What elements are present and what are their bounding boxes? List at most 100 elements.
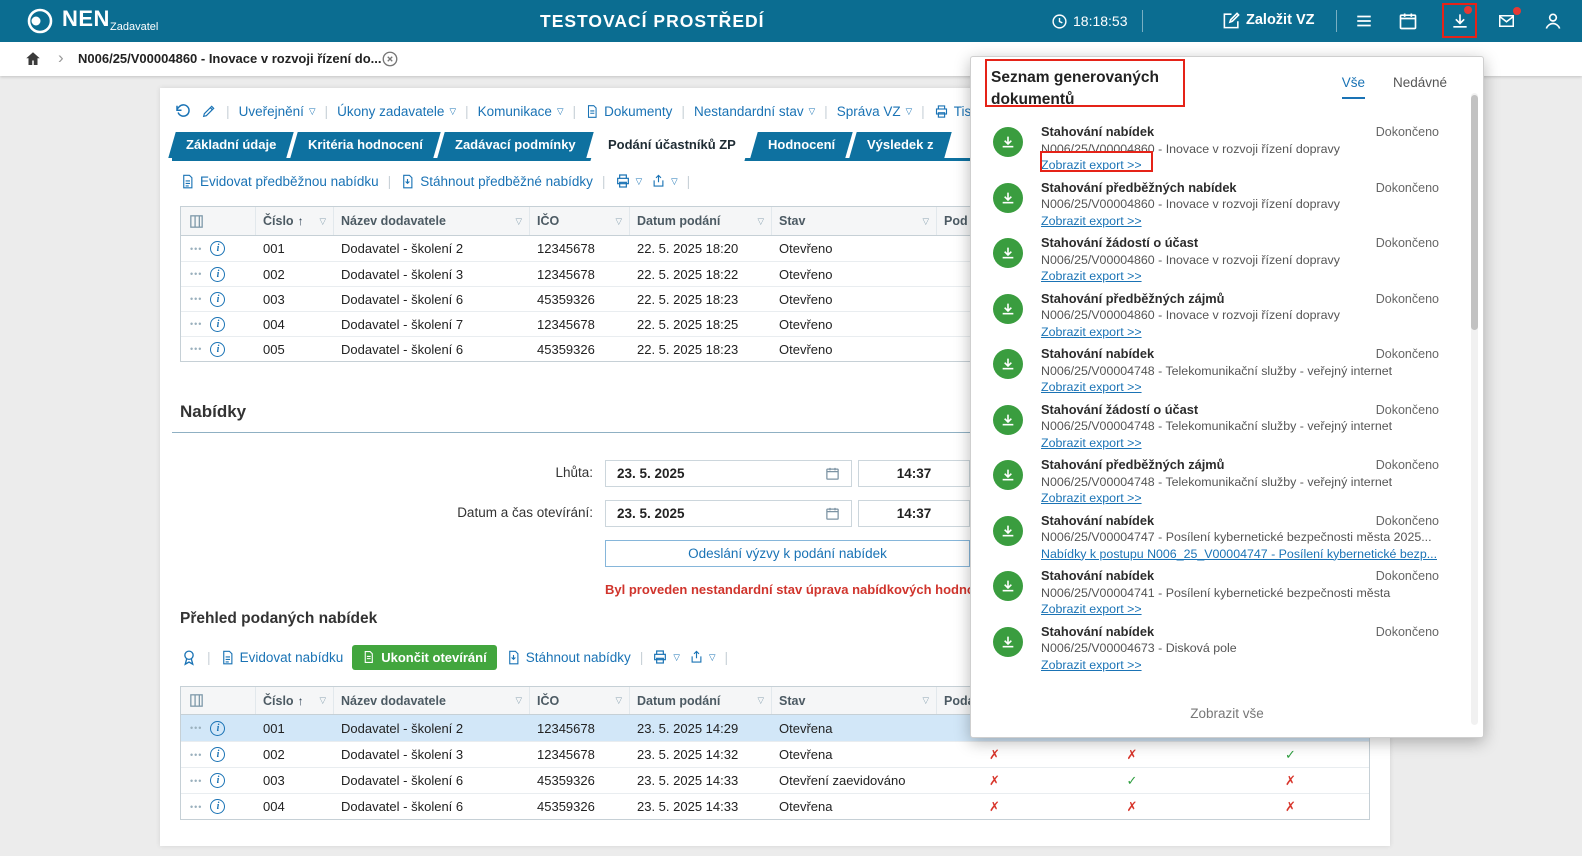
show-export-link[interactable]: Zobrazit export >>: [1041, 601, 1142, 618]
tab-vysledek[interactable]: Výsledek z: [849, 132, 951, 158]
history-icon[interactable]: [174, 102, 192, 120]
show-export-link[interactable]: Zobrazit export >>: [1041, 379, 1142, 396]
separator: |: [465, 103, 469, 119]
toolbar-item-nestandardni-stav[interactable]: Nestandardní stav ▽: [694, 104, 815, 119]
row-menu-icon[interactable]: •••: [190, 319, 202, 329]
nen-logo-icon[interactable]: [26, 7, 54, 35]
table-row[interactable]: •••i 003 Dodavatel - školení 6 45359326 …: [181, 767, 1369, 793]
row-menu-icon[interactable]: •••: [190, 776, 202, 786]
toolbar-item-uverejneni[interactable]: Uveřejnění ▽: [239, 104, 316, 119]
generated-doc-item[interactable]: Stahování předběžných nabídek N006/25/V0…: [971, 177, 1469, 233]
generated-doc-item[interactable]: Stahování předběžných zájmů N006/25/V000…: [971, 288, 1469, 344]
panel-tab-vse[interactable]: Vše: [1342, 75, 1365, 99]
table-row[interactable]: •••i 002 Dodavatel - školení 3 12345678 …: [181, 741, 1369, 767]
export-file-link[interactable]: Nabídky k postupu N006_25_V00004747 - Po…: [1041, 546, 1437, 563]
pencil-square-icon[interactable]: [1222, 11, 1241, 30]
col-nazev[interactable]: Název dodavatele ▽: [334, 207, 530, 235]
toolbar-item-sprava-vz[interactable]: Správa VZ ▽: [837, 104, 912, 119]
row-menu-icon[interactable]: •••: [190, 802, 202, 812]
export-button[interactable]: ▽: [651, 173, 678, 189]
show-all-link[interactable]: Zobrazit vše: [971, 706, 1483, 721]
row-menu-icon[interactable]: •••: [190, 750, 202, 760]
show-export-link[interactable]: Zobrazit export >>: [1041, 435, 1142, 452]
close-circle-icon[interactable]: [381, 50, 399, 68]
show-export-link[interactable]: Zobrazit export >>: [1041, 213, 1142, 230]
generated-doc-item[interactable]: Stahování předběžných zájmů N006/25/V000…: [971, 454, 1469, 510]
lhuta-date-field[interactable]: 23. 5. 2025: [605, 460, 852, 487]
oteviranie-date-field[interactable]: 23. 5. 2025: [605, 500, 852, 527]
show-export-link[interactable]: Zobrazit export >>: [1041, 490, 1142, 507]
info-icon[interactable]: i: [210, 292, 225, 307]
create-vz-button[interactable]: Založit VZ: [1246, 12, 1314, 28]
generated-doc-item[interactable]: Stahování nabídek N006/25/V00004747 - Po…: [971, 510, 1469, 566]
col-datum[interactable]: Datum podání ▽: [630, 687, 772, 714]
tab-zadavaci-podminky[interactable]: Zadávací podmínky: [437, 132, 593, 158]
info-icon[interactable]: i: [210, 317, 225, 332]
generated-doc-item[interactable]: Stahování nabídek N006/25/V00004741 - Po…: [971, 565, 1469, 621]
info-icon[interactable]: i: [210, 241, 225, 256]
generated-doc-item[interactable]: Stahování žádostí o účast N006/25/V00004…: [971, 399, 1469, 455]
row-menu-icon[interactable]: •••: [190, 269, 202, 279]
tab-kriteria-hodnoceni[interactable]: Kritéria hodnocení: [291, 132, 441, 158]
toolbar-item-dokumenty[interactable]: Dokumenty: [585, 104, 672, 119]
lhuta-time-field[interactable]: 14:37: [858, 460, 970, 487]
generated-doc-item[interactable]: Stahování žádostí o účast N006/25/V00004…: [971, 232, 1469, 288]
panel-scrollbar[interactable]: [1471, 93, 1478, 725]
stahnout-predbezne-button[interactable]: Stáhnout předběžné nabídky: [400, 174, 593, 189]
info-icon[interactable]: i: [210, 773, 225, 788]
calendar-icon[interactable]: [1398, 11, 1418, 31]
print-button[interactable]: ▽: [615, 173, 643, 189]
info-icon[interactable]: i: [210, 267, 225, 282]
evidovat-nabidku-button[interactable]: Evidovat nabídku: [220, 650, 344, 665]
column-settings-cell[interactable]: [181, 687, 256, 714]
col-ico[interactable]: IČO ▽: [530, 687, 630, 714]
tab-zakladni-udaje[interactable]: Základní údaje: [168, 132, 294, 158]
col-cislo[interactable]: Číslo ↑ ▽: [256, 687, 334, 714]
col-nazev[interactable]: Název dodavatele ▽: [334, 687, 530, 714]
col-cislo[interactable]: Číslo ↑ ▽: [256, 207, 334, 235]
show-export-link[interactable]: Zobrazit export >>: [1041, 268, 1142, 285]
download-done-icon: [993, 571, 1023, 601]
row-menu-icon[interactable]: •••: [190, 244, 202, 254]
row-menu-icon[interactable]: •••: [190, 723, 202, 733]
export-button[interactable]: ▽: [689, 649, 716, 665]
row-menu-icon[interactable]: •••: [190, 294, 202, 304]
panel-scrollbar-thumb[interactable]: [1471, 95, 1478, 330]
generated-doc-item[interactable]: Stahování nabídek N006/25/V00004673 - Di…: [971, 621, 1469, 677]
col-stav[interactable]: Stav ▽: [772, 687, 937, 714]
seal-icon[interactable]: [180, 648, 198, 667]
table-row[interactable]: •••i 004 Dodavatel - školení 6 45359326 …: [181, 793, 1369, 819]
send-invitation-button[interactable]: Odeslání výzvy k podání nabídek: [605, 540, 970, 567]
downloads-icon[interactable]: [1450, 11, 1470, 31]
ukoncit-otevirani-button[interactable]: Ukončit otevírání: [352, 645, 496, 670]
print-button[interactable]: ▽: [652, 649, 680, 665]
generated-doc-item[interactable]: Stahování nabídek N006/25/V00004860 - In…: [971, 121, 1469, 177]
tab-hodnoceni[interactable]: Hodnocení: [750, 132, 853, 158]
info-icon[interactable]: i: [210, 342, 225, 357]
toolbar-item-ukony-zadavatele[interactable]: Úkony zadavatele ▽: [337, 104, 456, 119]
home-icon[interactable]: [24, 50, 42, 68]
breadcrumb-current[interactable]: N006/25/V00004860 - Inovace v rozvoji ří…: [78, 51, 381, 66]
menu-icon[interactable]: [1354, 12, 1374, 30]
col-datum[interactable]: Datum podání ▽: [630, 207, 772, 235]
panel-tab-nedavne[interactable]: Nedávné: [1393, 75, 1447, 99]
info-icon[interactable]: i: [210, 721, 225, 736]
show-export-link[interactable]: Zobrazit export >>: [1041, 157, 1142, 174]
show-export-link[interactable]: Zobrazit export >>: [1041, 324, 1142, 341]
row-menu-icon[interactable]: •••: [190, 344, 202, 354]
column-settings-cell[interactable]: [181, 207, 256, 235]
show-export-link[interactable]: Zobrazit export >>: [1041, 657, 1142, 674]
stahnout-nabidky-button[interactable]: Stáhnout nabídky: [506, 650, 631, 665]
info-icon[interactable]: i: [210, 747, 225, 762]
oteviranie-time-field[interactable]: 14:37: [858, 500, 970, 527]
edit-record-icon[interactable]: [201, 103, 217, 119]
mail-icon[interactable]: [1496, 12, 1517, 30]
col-stav[interactable]: Stav ▽: [772, 207, 937, 235]
info-icon[interactable]: i: [210, 799, 225, 814]
col-ico[interactable]: IČO ▽: [530, 207, 630, 235]
toolbar-item-komunikace[interactable]: Komunikace ▽: [478, 104, 564, 119]
generated-doc-item[interactable]: Stahování nabídek N006/25/V00004748 - Te…: [971, 343, 1469, 399]
tab-podani-ucastniku-zp[interactable]: Podání účastníků ZP: [590, 132, 753, 158]
evidovat-predbeznou-button[interactable]: Evidovat předběžnou nabídku: [180, 174, 379, 189]
user-icon[interactable]: [1543, 11, 1563, 31]
